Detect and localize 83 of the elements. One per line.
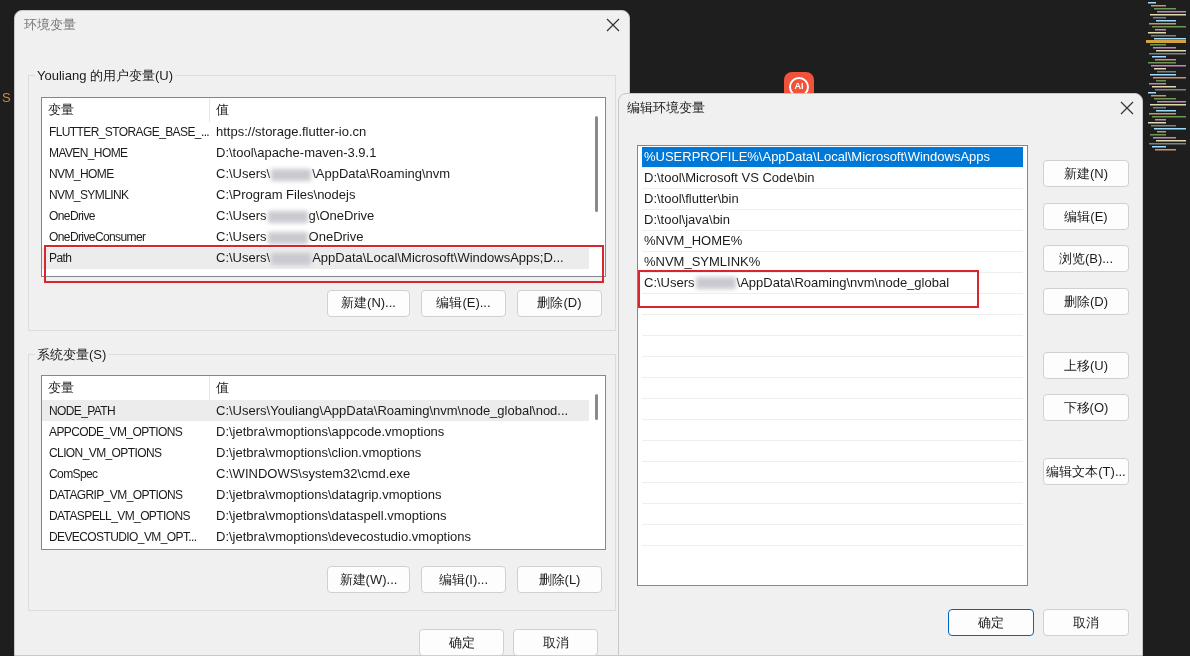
- list-row[interactable]: OneDriveConsumer C:\Users OneDrive: [42, 226, 589, 248]
- variable-value: D:\jetbra\vmoptions\clion.vmoptions: [215, 443, 422, 462]
- button[interactable]: 新建(W)...: [327, 566, 410, 593]
- button[interactable]: 删除(L): [517, 566, 602, 593]
- variable-name: NVM_HOME: [48, 166, 115, 183]
- list-row[interactable]: NVM_HOME C:\Users\ \AppData\Roaming\nvm: [42, 163, 589, 185]
- variable-name: NVM_SYMLINK: [48, 187, 130, 204]
- button[interactable]: 下移(O): [1043, 394, 1129, 421]
- list-row[interactable]: D:\tool\Microsoft VS Code\bin: [642, 168, 1023, 189]
- list-row[interactable]: ComSpec C:\WINDOWS\system32\cmd.exe: [42, 463, 589, 484]
- variable-value: C:\Users\Youliang\AppData\Roaming\nvm\node_global\nod...: [215, 401, 569, 420]
- editor-text: S: [2, 89, 11, 107]
- window-title: 编辑环境变量: [627, 99, 705, 118]
- variable-value: C:\Users OneDrive: [215, 228, 364, 247]
- variable-value: C:\Users\ AppData\Local\Microsoft\WindowsApps;D...: [215, 249, 564, 268]
- button[interactable]: 浏览(B)...: [1043, 245, 1129, 272]
- variable-value: D:\jetbra\vmoptions\dataspell.vmoptions: [215, 506, 447, 525]
- variable-value: C:\Users\ \AppData\Roaming\nvm: [215, 165, 451, 184]
- list-row[interactable]: Path C:\Users\ AppData\Local\Microsoft\WindowsApps;D...: [42, 247, 589, 269]
- variable-value: C:\WINDOWS\system32\cmd.exe: [215, 464, 411, 483]
- close-icon: [606, 17, 620, 32]
- column-header[interactable]: 值: [210, 376, 229, 400]
- list-row[interactable]: C:\Users \AppData\Roaming\nvm\node_global: [642, 273, 1023, 294]
- list-row[interactable]: MAVEN_HOME D:\tool\apache-maven-3.9.1: [42, 142, 589, 164]
- variable-name: ComSpec: [48, 465, 99, 483]
- variable-name: NODE_PATH: [48, 402, 117, 420]
- list-row[interactable]: APPCODE_VM_OPTIONS D:\jetbra\vmoptions\appcode.vmoptions: [42, 421, 589, 442]
- variable-name: DATAGRIP_VM_OPTIONS: [48, 486, 184, 504]
- group-label: 系统变量(S): [36, 345, 108, 364]
- list-row[interactable]: NVM_SYMLINK C:\Program Files\nodejs: [42, 184, 589, 206]
- list-row[interactable]: FLUTTER_STORAGE_BASE_... https://storage.flutter-io.cn: [42, 121, 589, 143]
- variable-name: OneDriveConsumer: [48, 229, 147, 246]
- column-header[interactable]: 值: [210, 97, 229, 122]
- button[interactable]: 新建(N)...: [327, 289, 410, 317]
- redacted-blur: [271, 252, 312, 265]
- list-row[interactable]: D:\tool\java\bin: [642, 210, 1023, 231]
- scrollbar-thumb[interactable]: [595, 115, 598, 212]
- list-row[interactable]: D:\tool\flutter\bin: [642, 189, 1023, 210]
- list-row[interactable]: %USERPROFILE%\AppData\Local\Microsoft\WindowsApps: [642, 147, 1023, 168]
- redacted-blur: [267, 231, 308, 244]
- variable-value: D:\jetbra\vmoptions\datagrip.vmoptions: [215, 485, 442, 504]
- variable-name: CLION_VM_OPTIONS: [48, 444, 163, 462]
- button[interactable]: 删除(D): [517, 289, 602, 317]
- list-row[interactable]: NODE_PATH C:\Users\Youliang\AppData\Roaming\nvm\node_global\nod...: [42, 400, 589, 421]
- list-row[interactable]: OneDrive C:\Users g\OneDrive: [42, 205, 589, 227]
- button[interactable]: 删除(D): [1043, 288, 1129, 315]
- variable-value: D:\jetbra\vmoptions\devecostudio.vmoptions: [215, 527, 472, 546]
- variable-name: MAVEN_HOME: [48, 145, 129, 162]
- button[interactable]: 确定: [948, 609, 1034, 636]
- variable-name: DATASPELL_VM_OPTIONS: [48, 507, 191, 525]
- redacted-blur: [267, 210, 308, 223]
- redacted-blur: [271, 168, 312, 181]
- button[interactable]: 编辑(E)...: [421, 289, 506, 317]
- variable-name: OneDrive: [48, 208, 96, 225]
- button[interactable]: 编辑文本(T)...: [1043, 458, 1129, 485]
- variable-name: Path: [48, 250, 73, 267]
- column-header[interactable]: 变量: [42, 97, 210, 122]
- button[interactable]: 上移(U): [1043, 352, 1129, 379]
- button[interactable]: 取消: [513, 629, 598, 656]
- button[interactable]: 编辑(I)...: [421, 566, 506, 593]
- scrollbar-thumb[interactable]: [595, 394, 598, 420]
- button[interactable]: 确定: [419, 629, 504, 656]
- list-row[interactable]: %NVM_HOME%: [642, 231, 1023, 252]
- variable-value: C:\Program Files\nodejs: [215, 186, 356, 205]
- button[interactable]: 取消: [1043, 609, 1129, 636]
- button[interactable]: 编辑(E): [1043, 203, 1129, 230]
- variable-value: D:\jetbra\vmoptions\appcode.vmoptions: [215, 422, 445, 441]
- list-row[interactable]: DATASPELL_VM_OPTIONS D:\jetbra\vmoptions\dataspell.vmoptions: [42, 505, 589, 526]
- variable-name: FLUTTER_STORAGE_BASE_...: [48, 124, 210, 141]
- list-row[interactable]: %NVM_SYMLINK%: [642, 252, 1023, 273]
- window-title: 环境变量: [24, 15, 76, 34]
- variable-name: APPCODE_VM_OPTIONS: [48, 423, 184, 441]
- list-row[interactable]: DATAGRIP_VM_OPTIONS D:\jetbra\vmoptions\datagrip.vmoptions: [42, 484, 589, 505]
- group-label: Youliang 的用户变量(U): [36, 67, 175, 85]
- list-row[interactable]: CLION_VM_OPTIONS D:\jetbra\vmoptions\clion.vmoptions: [42, 442, 589, 463]
- close-icon: [1120, 101, 1134, 115]
- redacted-blur: [695, 277, 736, 289]
- list-row[interactable]: DEVECOSTUDIO_VM_OPT... D:\jetbra\vmoptions\devecostudio.vmoptions: [42, 526, 589, 547]
- variable-name: DEVECOSTUDIO_VM_OPT...: [48, 528, 198, 546]
- variable-value: D:\tool\apache-maven-3.9.1: [215, 144, 377, 163]
- variable-value: https://storage.flutter-io.cn: [215, 123, 367, 142]
- button[interactable]: 新建(N): [1043, 160, 1129, 187]
- variable-value: C:\Users g\OneDrive: [215, 207, 375, 226]
